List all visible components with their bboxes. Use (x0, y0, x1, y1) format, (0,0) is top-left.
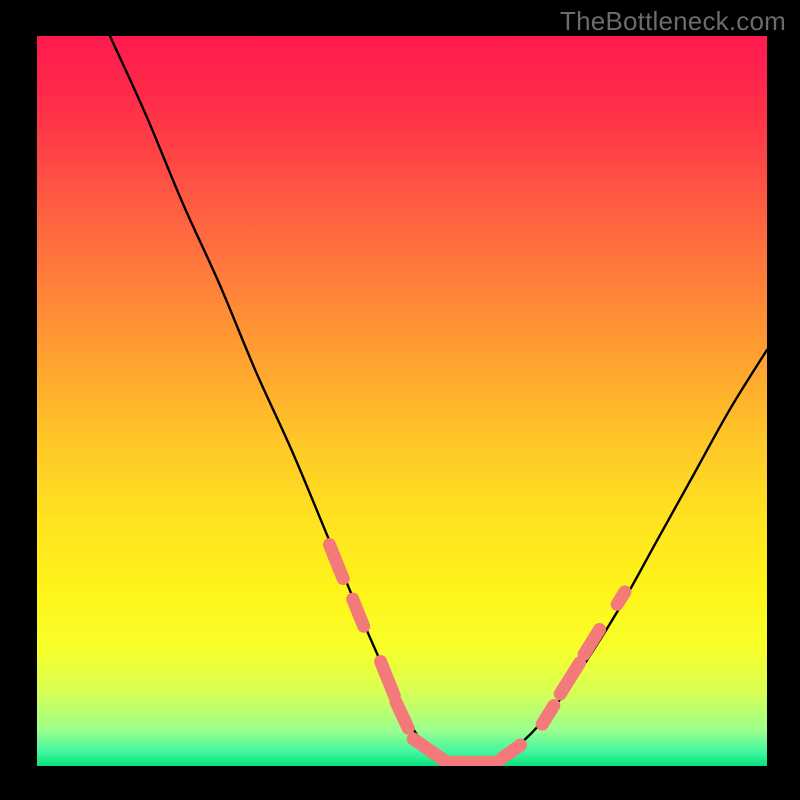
marker-right-cluster (542, 706, 554, 725)
marker-left-cluster (329, 545, 343, 579)
marker-left-cluster (396, 702, 408, 728)
chart-frame: TheBottleneck.com (0, 0, 800, 800)
marker-right-cluster (617, 592, 625, 604)
marker-floor (503, 745, 521, 758)
plot-area (37, 36, 767, 766)
bottleneck-curve (110, 36, 767, 763)
watermark-text: TheBottleneck.com (560, 6, 786, 37)
curve-svg (37, 36, 767, 766)
marker-right-cluster (560, 663, 579, 694)
marker-left-cluster (353, 599, 364, 626)
marker-left-cluster (381, 661, 395, 695)
curve-markers (329, 545, 624, 764)
marker-right-cluster (584, 630, 599, 655)
bottleneck-curve-path (110, 36, 767, 763)
